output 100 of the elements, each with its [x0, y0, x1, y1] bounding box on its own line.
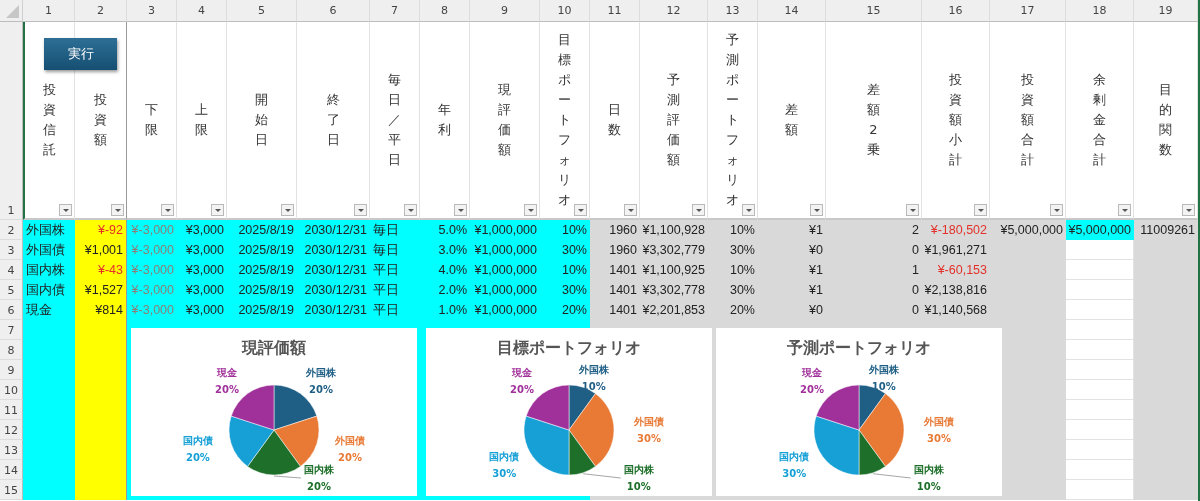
table-cell: 1 — [826, 260, 922, 280]
filter-dropdown-button[interactable] — [524, 204, 537, 216]
run-button[interactable]: 実行 — [44, 38, 117, 70]
column-number[interactable]: 6 — [297, 0, 370, 22]
column-number[interactable]: 17 — [990, 0, 1066, 22]
row-number[interactable]: 2 — [0, 220, 23, 240]
filter-dropdown-button[interactable] — [906, 204, 919, 216]
table-cell: ¥-3,000 — [127, 300, 177, 320]
column-number[interactable]: 12 — [640, 0, 708, 22]
row-number[interactable]: 3 — [0, 240, 23, 260]
column-number[interactable]: 18 — [1066, 0, 1134, 22]
data-label: 30% — [492, 467, 517, 480]
table-cell: ¥1,000,000 — [470, 280, 540, 300]
row-number[interactable]: 4 — [0, 260, 23, 280]
filter-dropdown-button[interactable] — [161, 204, 174, 216]
table-cell: ¥1,000,000 — [470, 260, 540, 280]
table-cell: ¥2,138,816 — [922, 280, 990, 300]
row-number[interactable]: 9 — [0, 360, 23, 380]
row-number[interactable]: 8 — [0, 340, 23, 360]
filter-dropdown-button[interactable] — [574, 204, 587, 216]
table-cell: 2030/12/31 — [297, 280, 370, 300]
data-label: 国内債 — [489, 450, 520, 463]
row-number[interactable]: 6 — [0, 300, 23, 320]
table-cell: ¥1,100,928 — [640, 220, 708, 240]
column-header: 目標ポートフォリオ — [558, 31, 571, 209]
column-header: 予測ポートフォリオ — [726, 31, 739, 209]
table-cell: 2025/8/19 — [227, 300, 297, 320]
column-number[interactable]: 7 — [370, 0, 420, 22]
table-cell: 0 — [826, 240, 922, 260]
table-cell: ¥3,000 — [177, 240, 227, 260]
column-header: 投資額合計 — [1021, 71, 1034, 169]
column-number[interactable]: 3 — [127, 0, 177, 22]
table-cell: ¥1 — [758, 260, 826, 280]
row-number[interactable]: 5 — [0, 280, 23, 300]
filter-dropdown-button[interactable] — [404, 204, 417, 216]
filter-dropdown-button[interactable] — [354, 204, 367, 216]
table-cell: ¥1,961,271 — [922, 240, 990, 260]
chart-title: 予測ポートフォリオ — [787, 338, 931, 358]
row-number[interactable]: 15 — [0, 480, 23, 500]
row-number[interactable]: 12 — [0, 420, 23, 440]
chart-title: 目標ポートフォリオ — [497, 338, 641, 358]
table-cell: 0 — [826, 300, 922, 320]
column-header: 現評価額 — [498, 81, 511, 159]
filter-dropdown-button[interactable] — [624, 204, 637, 216]
table-cell: 外国株 — [23, 220, 75, 240]
column-number[interactable]: 4 — [177, 0, 227, 22]
data-label: 10% — [581, 380, 606, 393]
leader-line — [872, 473, 912, 479]
column-number[interactable]: 1 — [23, 0, 75, 22]
table-cell: ¥3,302,778 — [640, 280, 708, 300]
table-cell: 2030/12/31 — [297, 300, 370, 320]
table-cell: ¥3,000 — [177, 220, 227, 240]
table-cell: 2 — [826, 220, 922, 240]
column-header: 日数 — [608, 101, 621, 139]
table-cell: ¥2,201,853 — [640, 300, 708, 320]
filter-dropdown-button[interactable] — [59, 204, 72, 216]
column-number[interactable]: 2 — [75, 0, 127, 22]
table-cell: 2025/8/19 — [227, 280, 297, 300]
table-cell: 10% — [540, 220, 590, 240]
data-label: 外国株 — [868, 363, 899, 376]
filter-dropdown-button[interactable] — [454, 204, 467, 216]
table-cell: 1401 — [590, 260, 640, 280]
column-number[interactable]: 5 — [227, 0, 297, 22]
filter-dropdown-button[interactable] — [1050, 204, 1063, 216]
column-number[interactable]: 8 — [420, 0, 470, 22]
table-cell: 2025/8/19 — [227, 240, 297, 260]
table-cell: ¥1,000,000 — [470, 300, 540, 320]
filter-dropdown-button[interactable] — [281, 204, 294, 216]
table-cell: 0 — [826, 280, 922, 300]
column-number[interactable]: 9 — [470, 0, 540, 22]
filter-dropdown-button[interactable] — [1182, 204, 1195, 216]
column-number[interactable]: 11 — [590, 0, 640, 22]
table-cell: ¥-43 — [75, 260, 127, 280]
column-number[interactable]: 14 — [758, 0, 826, 22]
column-number[interactable]: 19 — [1134, 0, 1198, 22]
filter-dropdown-button[interactable] — [742, 204, 755, 216]
row-number[interactable]: 7 — [0, 320, 23, 340]
data-label: 10% — [626, 480, 651, 493]
column-number[interactable]: 10 — [540, 0, 590, 22]
row-number[interactable]: 14 — [0, 460, 23, 480]
column-number[interactable]: 13 — [708, 0, 758, 22]
column-header: 下限 — [145, 101, 158, 139]
filter-dropdown-button[interactable] — [692, 204, 705, 216]
filter-dropdown-button[interactable] — [211, 204, 224, 216]
filter-dropdown-button[interactable] — [974, 204, 987, 216]
column-number[interactable]: 16 — [922, 0, 990, 22]
data-label: 外国株 — [306, 366, 336, 379]
column-number[interactable]: 15 — [826, 0, 922, 22]
row-number[interactable]: 11 — [0, 400, 23, 420]
table-cell: 2030/12/31 — [297, 260, 370, 280]
row-number[interactable]: 10 — [0, 380, 23, 400]
column-header: 投資信託 — [43, 81, 56, 159]
table-cell: ¥-180,502 — [922, 220, 990, 240]
row-number[interactable]: 13 — [0, 440, 23, 460]
filter-dropdown-button[interactable] — [1118, 204, 1131, 216]
filter-dropdown-button[interactable] — [810, 204, 823, 216]
data-label: 外国債 — [634, 415, 664, 428]
row-number[interactable]: 1 — [0, 22, 23, 220]
filter-dropdown-button[interactable] — [111, 204, 124, 216]
data-label: 国内株 — [304, 463, 334, 476]
